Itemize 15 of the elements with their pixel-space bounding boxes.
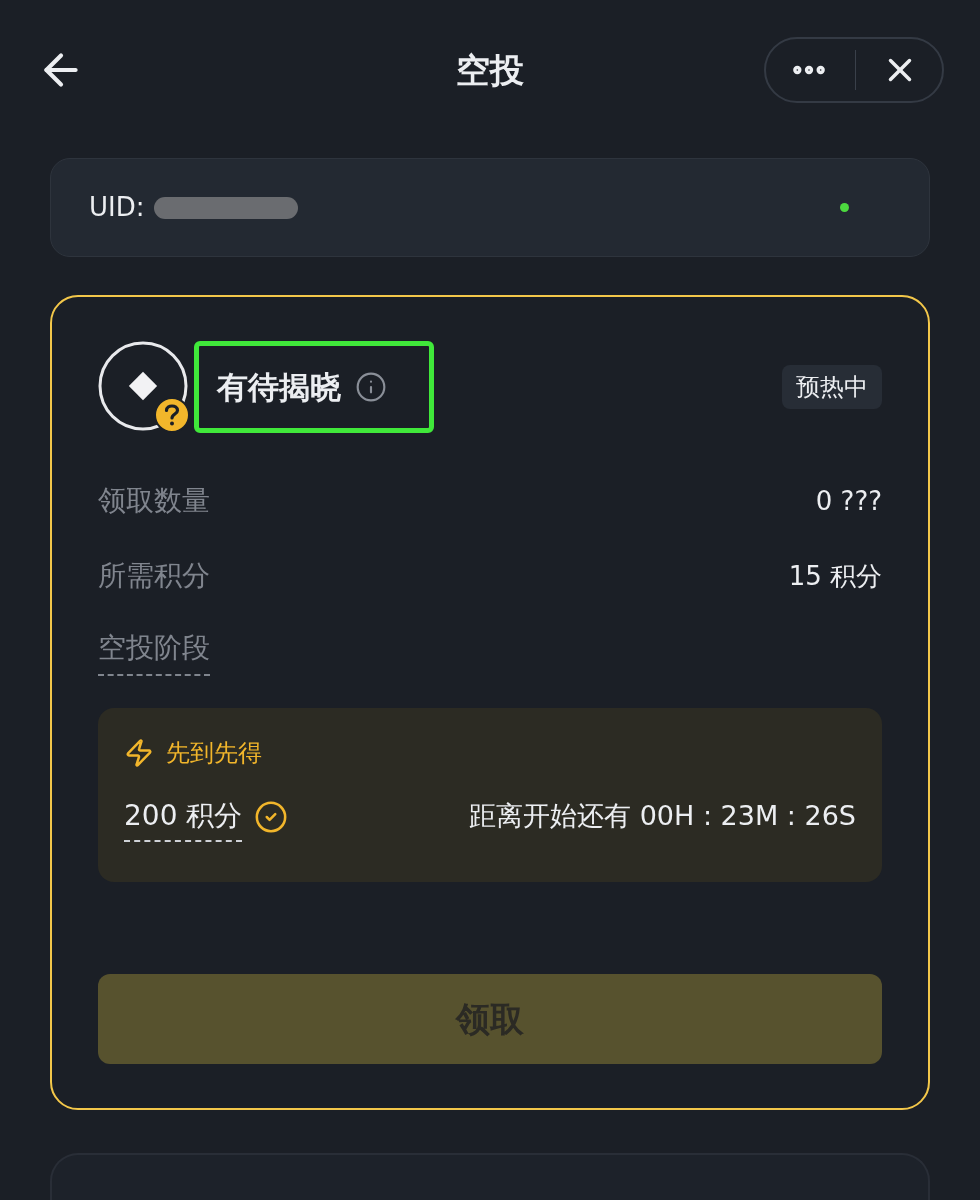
detail-value: 0 ??? [815,484,882,518]
coin-icon [98,341,190,433]
status-badge: 预热中 [782,365,882,409]
info-icon[interactable] [355,371,387,403]
lightning-icon [124,738,154,768]
airdrop-title: 有待揭晓 [217,367,341,407]
uid-label: UID: [89,191,145,224]
page-title: 空投 [456,48,524,92]
detail-label: 领取数量 [98,483,210,519]
stage-points[interactable]: 200 积分 [124,796,243,842]
detail-value: 15 积分 [788,559,882,593]
stage-name: 先到先得 [166,738,262,769]
countdown-text: 距离开始还有 00H : 23M : 26S [469,799,856,833]
detail-label: 所需积分 [98,558,210,594]
stage-label[interactable]: 空投阶段 [98,626,210,676]
